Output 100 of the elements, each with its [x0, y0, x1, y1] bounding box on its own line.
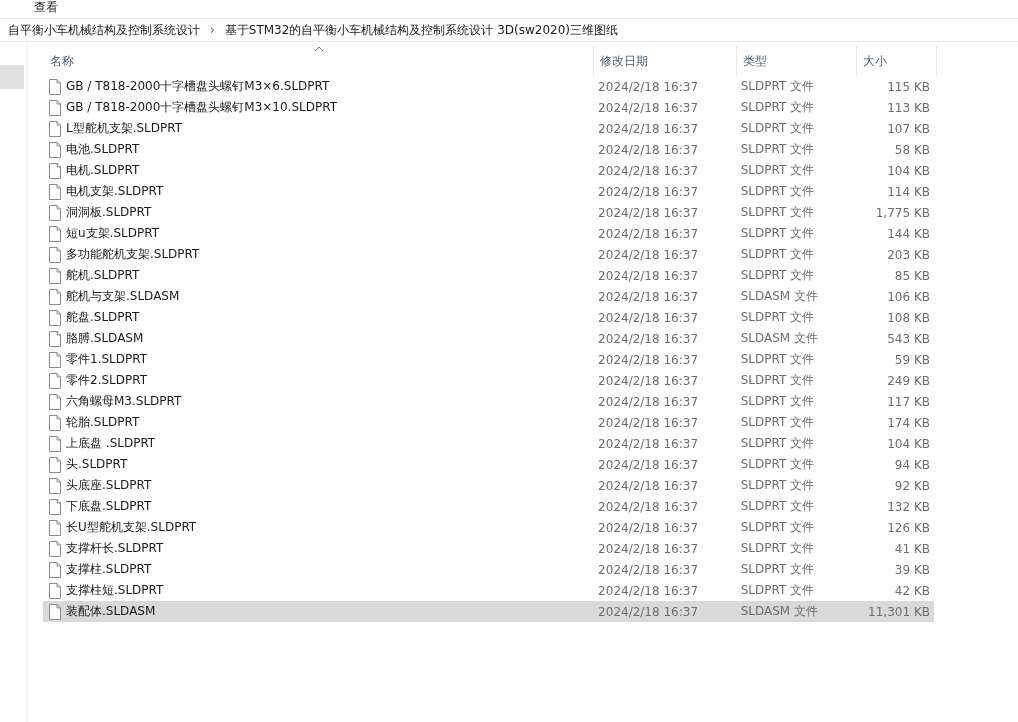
nav-item-highlight[interactable] [0, 65, 24, 89]
file-row[interactable]: 长U型舵机支架.SLDPRT 2024/2/18 16:37 SLDPRT 文件 126 KB [43, 517, 934, 538]
file-icon [49, 330, 61, 347]
file-type: SLDASM 文件 [740, 603, 818, 620]
file-row[interactable]: 上底盘 .SLDPRT 2024/2/18 16:37 SLDPRT 文件 104 KB [43, 433, 934, 454]
breadcrumb-separator: › [210, 23, 215, 37]
file-row[interactable]: L型舵机支架.SLDPRT 2024/2/18 16:37 SLDPRT 文件 107 KB [43, 118, 934, 139]
file-icon [49, 309, 61, 326]
modified-date: 2024/2/18 16:37 [598, 247, 699, 262]
file-name: 舵盘.SLDPRT [66, 309, 140, 326]
file-type: SLDPRT 文件 [740, 582, 815, 599]
file-name: L型舵机支架.SLDPRT [66, 120, 183, 137]
file-name: 六角螺母M3.SLDPRT [66, 393, 182, 410]
file-icon [49, 120, 61, 137]
modified-date: 2024/2/18 16:37 [598, 478, 699, 493]
file-icon [49, 414, 61, 431]
file-row[interactable]: 头底座.SLDPRT 2024/2/18 16:37 SLDPRT 文件 92 KB [43, 475, 934, 496]
file-row[interactable]: 舵机.SLDPRT 2024/2/18 16:37 SLDPRT 文件 85 KB [43, 265, 934, 286]
file-name: 舵机.SLDPRT [66, 267, 140, 284]
modified-date: 2024/2/18 16:37 [598, 394, 699, 409]
file-type: SLDPRT 文件 [740, 309, 815, 326]
file-size: 113 KB [887, 100, 930, 115]
file-icon [49, 204, 61, 221]
file-row[interactable]: GB / T818-2000十字槽盘头螺钉M3×6.SLDPRT 2024/2/18 16:37 SLDPRT 文件 115 KB [43, 76, 934, 97]
file-type: SLDPRT 文件 [740, 225, 815, 242]
file-type: SLDPRT 文件 [740, 162, 815, 179]
modified-date: 2024/2/18 16:37 [598, 100, 699, 115]
modified-date: 2024/2/18 16:37 [598, 121, 699, 136]
column-header[interactable]: 名称 [44, 46, 594, 76]
file-row[interactable]: 下底盘.SLDPRT 2024/2/18 16:37 SLDPRT 文件 132 KB [43, 496, 934, 517]
file-row[interactable]: 支撑柱短.SLDPRT 2024/2/18 16:37 SLDPRT 文件 42 KB [43, 580, 934, 601]
column-header[interactable]: 类型 [737, 46, 857, 76]
modified-date: 2024/2/18 16:37 [598, 205, 699, 220]
file-row[interactable]: 六角螺母M3.SLDPRT 2024/2/18 16:37 SLDPRT 文件 117 KB [43, 391, 934, 412]
file-row[interactable]: 电池.SLDPRT 2024/2/18 16:37 SLDPRT 文件 58 KB [43, 139, 934, 160]
file-row[interactable]: 胳膊.SLDASM 2024/2/18 16:37 SLDASM 文件 543 KB [43, 328, 934, 349]
file-icon [49, 477, 61, 494]
column-header[interactable]: 修改日期 [594, 46, 737, 76]
file-row[interactable]: 舵盘.SLDPRT 2024/2/18 16:37 SLDPRT 文件 108 KB [43, 307, 934, 328]
file-icon [49, 603, 61, 620]
modified-date: 2024/2/18 16:37 [598, 226, 699, 241]
file-name: 舵机与支架.SLDASM [66, 288, 180, 305]
file-row[interactable]: 装配体.SLDASM 2024/2/18 16:37 SLDASM 文件 11,301 KB [43, 601, 934, 622]
file-name: 支撑杆长.SLDPRT [66, 540, 164, 557]
file-type: SLDPRT 文件 [740, 435, 815, 452]
file-row[interactable]: 短u支架.SLDPRT 2024/2/18 16:37 SLDPRT 文件 144 KB [43, 223, 934, 244]
file-size: 108 KB [887, 310, 930, 325]
file-type: SLDPRT 文件 [740, 561, 815, 578]
file-row[interactable]: 支撑柱.SLDPRT 2024/2/18 16:37 SLDPRT 文件 39 KB [43, 559, 934, 580]
file-name: 长U型舵机支架.SLDPRT [66, 519, 197, 536]
modified-date: 2024/2/18 16:37 [598, 79, 699, 94]
file-type: SLDASM 文件 [740, 330, 818, 347]
file-row[interactable]: 零件2.SLDPRT 2024/2/18 16:37 SLDPRT 文件 249 KB [43, 370, 934, 391]
file-row[interactable]: 洞洞板.SLDPRT 2024/2/18 16:37 SLDPRT 文件 1,775 KB [43, 202, 934, 223]
file-size: 11,301 KB [868, 604, 930, 619]
column-header[interactable]: 大小 [857, 46, 937, 76]
file-row[interactable]: 电机支架.SLDPRT 2024/2/18 16:37 SLDPRT 文件 114 KB [43, 181, 934, 202]
file-row[interactable]: 零件1.SLDPRT 2024/2/18 16:37 SLDPRT 文件 59 KB [43, 349, 934, 370]
file-icon [49, 99, 61, 116]
file-icon [49, 225, 61, 242]
file-type: SLDPRT 文件 [740, 183, 815, 200]
file-row[interactable]: 电机.SLDPRT 2024/2/18 16:37 SLDPRT 文件 104 KB [43, 160, 934, 181]
file-size: 85 KB [894, 268, 930, 283]
file-row[interactable]: 支撑杆长.SLDPRT 2024/2/18 16:37 SLDPRT 文件 41 KB [43, 538, 934, 559]
breadcrumb-item[interactable]: 基于STM32的自平衡小车机械结构及控制系统设计 3D(sw2020)三维图纸 [224, 21, 619, 39]
file-size: 104 KB [887, 436, 930, 451]
modified-date: 2024/2/18 16:37 [598, 289, 699, 304]
file-type: SLDPRT 文件 [740, 498, 815, 515]
file-size: 106 KB [887, 289, 930, 304]
modified-date: 2024/2/18 16:37 [598, 331, 699, 346]
file-row[interactable]: 舵机与支架.SLDASM 2024/2/18 16:37 SLDASM 文件 106 KB [43, 286, 934, 307]
file-icon [49, 78, 61, 95]
file-row[interactable]: GB / T818-2000十字槽盘头螺钉M3×10.SLDPRT 2024/2/18 16:37 SLDPRT 文件 113 KB [43, 97, 934, 118]
file-size: 42 KB [894, 583, 930, 598]
file-size: 132 KB [887, 499, 930, 514]
file-row[interactable]: 轮胎.SLDPRT 2024/2/18 16:37 SLDPRT 文件 174 KB [43, 412, 934, 433]
file-name: GB / T818-2000十字槽盘头螺钉M3×6.SLDPRT [66, 78, 330, 95]
file-row[interactable]: 多功能舵机支架.SLDPRT 2024/2/18 16:37 SLDPRT 文件 203 KB [43, 244, 934, 265]
modified-date: 2024/2/18 16:37 [598, 268, 699, 283]
file-size: 1,775 KB [875, 205, 930, 220]
file-name: 支撑柱.SLDPRT [66, 561, 152, 578]
file-type: SLDPRT 文件 [740, 78, 815, 95]
file-size: 94 KB [894, 457, 930, 472]
file-row[interactable]: 头.SLDPRT 2024/2/18 16:37 SLDPRT 文件 94 KB [43, 454, 934, 475]
file-name: 装配体.SLDASM [66, 603, 156, 620]
file-type: SLDPRT 文件 [740, 477, 815, 494]
modified-date: 2024/2/18 16:37 [598, 520, 699, 535]
file-type: SLDPRT 文件 [740, 99, 815, 116]
modified-date: 2024/2/18 16:37 [598, 310, 699, 325]
file-size: 126 KB [887, 520, 930, 535]
modified-date: 2024/2/18 16:37 [598, 184, 699, 199]
view-tab[interactable]: 查看 [34, 0, 58, 16]
modified-date: 2024/2/18 16:37 [598, 352, 699, 367]
file-name: 头.SLDPRT [66, 456, 128, 473]
file-name: 电机.SLDPRT [66, 162, 140, 179]
breadcrumb-item[interactable]: 自平衡小车机械结构及控制系统设计 [8, 21, 200, 39]
file-name: 零件2.SLDPRT [66, 372, 148, 389]
modified-date: 2024/2/18 16:37 [598, 457, 699, 472]
file-icon [49, 540, 61, 557]
file-size: 92 KB [894, 478, 930, 493]
